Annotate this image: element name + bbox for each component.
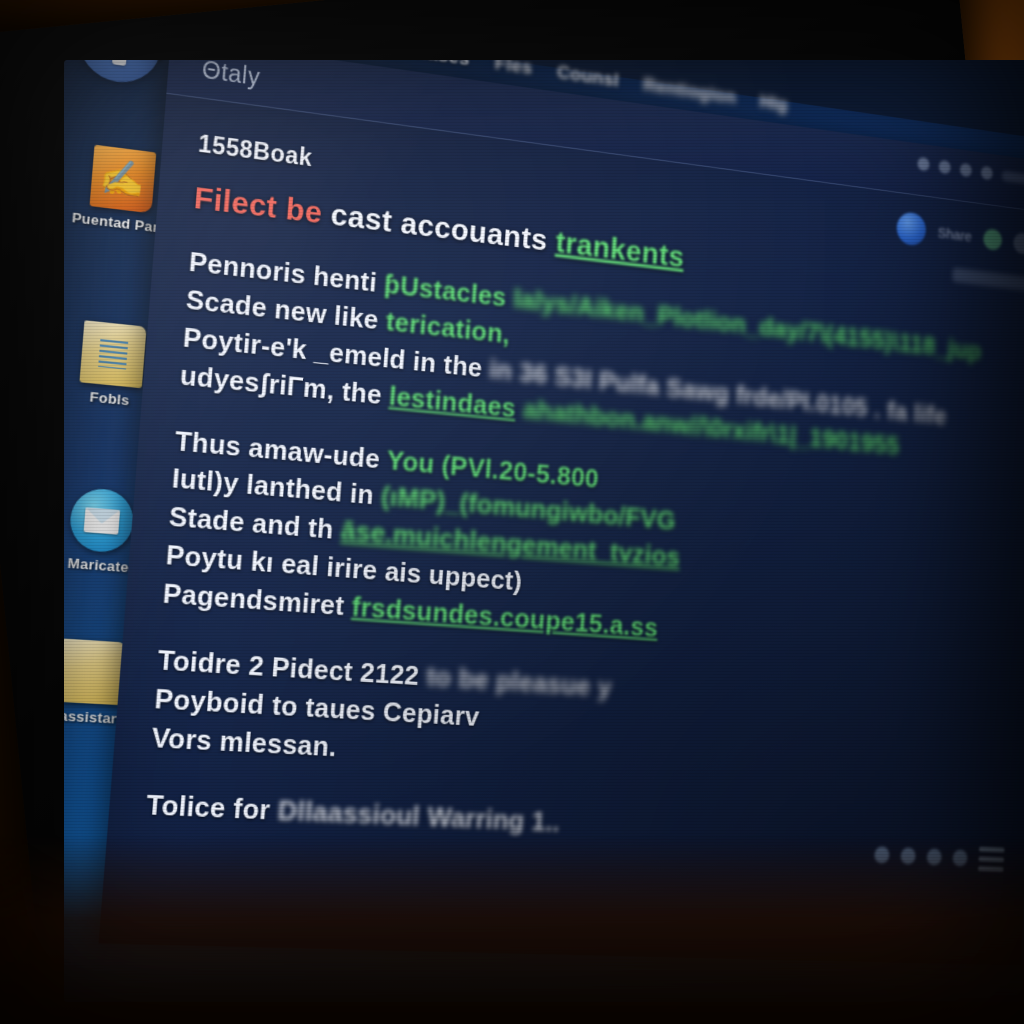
window-title: Θtaly xyxy=(201,60,262,91)
desk-foreground-shadow xyxy=(0,834,1024,1024)
headline-white: cast accouants xyxy=(329,197,549,258)
line-blurred: to be pleasue y xyxy=(425,660,613,703)
headline-link[interactable]: trankents xyxy=(555,226,686,274)
line-text: Vors mlessan. xyxy=(150,720,338,763)
application-window[interactable]: Θtaly Share 1558Boak Filect be cast acco… xyxy=(98,60,1024,966)
menu-item-3[interactable]: Ghases xyxy=(400,60,470,71)
window-control-dot[interactable] xyxy=(938,159,952,175)
photo-scene: MCOX HorsFotWesighessGhasesFlesCounslRen… xyxy=(0,0,1024,1024)
line-blurred: Dllaassioul Warring 1.. xyxy=(276,793,562,838)
folder-icon xyxy=(64,638,126,706)
line-text: Tolice for xyxy=(145,787,272,826)
window-content: 1558Boak Filect be cast accouants tranke… xyxy=(105,94,1024,889)
headline-red: Filect be xyxy=(192,180,324,231)
scroll-down-arrow[interactable]: ▼ xyxy=(64,791,69,808)
menu-item-4[interactable]: Fles xyxy=(494,60,533,80)
envelope-shape xyxy=(83,506,121,535)
folder-doc-lines xyxy=(98,339,129,370)
window-control-dot[interactable] xyxy=(980,165,994,181)
window-controls[interactable] xyxy=(917,156,1024,187)
scroll-thumb-2[interactable]: ■ xyxy=(64,773,70,790)
folder-icon xyxy=(79,320,147,389)
paragraph-3: Toidre 2 Pidect 2122 to be pleasue y Poy… xyxy=(145,641,1006,858)
scroll-thumb-1[interactable]: ■ xyxy=(64,756,72,773)
menu-item-7[interactable]: Hlg xyxy=(759,92,788,117)
window-control-blurred-label[interactable] xyxy=(1001,169,1024,186)
window-control-dot[interactable] xyxy=(959,162,973,178)
paint-icon: ✍ xyxy=(89,144,157,214)
scroll-up-arrow[interactable]: ▲ xyxy=(64,738,73,755)
mail-icon xyxy=(67,486,136,555)
menu-item-6[interactable]: Rentiogion xyxy=(642,75,736,110)
window-control-dot[interactable] xyxy=(917,156,930,172)
menu-item-5[interactable]: Counsl xyxy=(556,62,619,93)
sidebar-scroll-arrows[interactable]: ▲ ■ ■ ▼ xyxy=(64,736,73,810)
